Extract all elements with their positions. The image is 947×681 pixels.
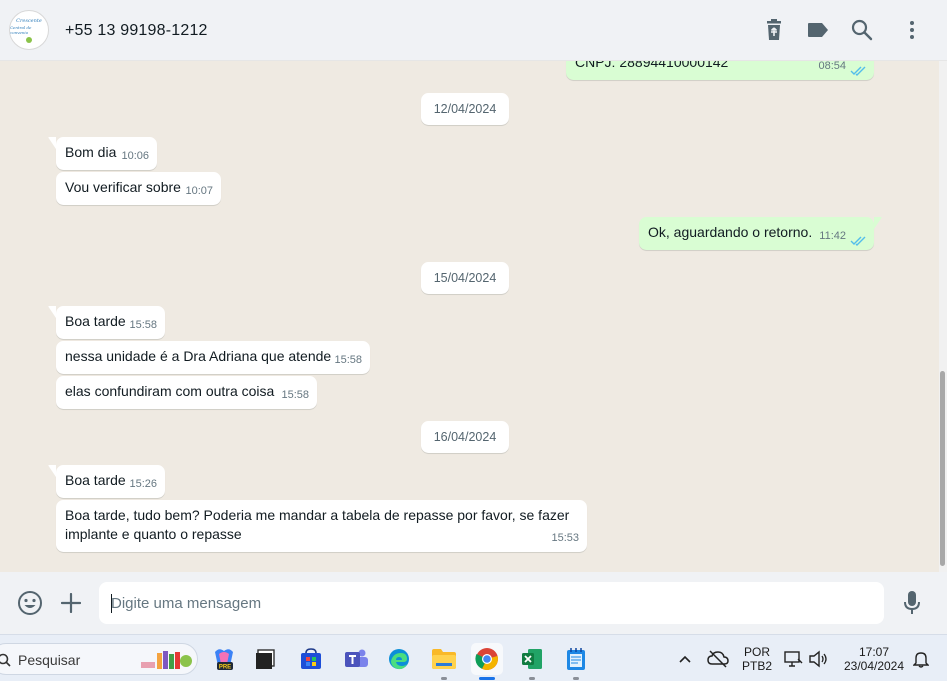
active-indicator	[479, 677, 495, 680]
emoji-icon[interactable]	[16, 589, 44, 617]
bubble-tail	[48, 465, 56, 477]
chevron-up-icon[interactable]	[670, 643, 700, 675]
copilot-icon[interactable]: PRE	[208, 643, 240, 675]
message-incoming[interactable]: elas confundiram com outra coisa 15:58	[56, 376, 317, 409]
excel-icon[interactable]	[516, 643, 548, 675]
message-text: CNPJ: 28894410000142	[575, 61, 729, 70]
date-separator: 16/04/2024	[421, 421, 509, 453]
books-decoration-icon	[141, 651, 192, 669]
search-icon	[0, 653, 11, 667]
avatar-logo-line1: Crescente	[16, 17, 42, 24]
cloud-offline-icon[interactable]	[703, 643, 733, 675]
search-icon[interactable]	[850, 18, 874, 42]
message-time: 15:26	[129, 478, 157, 490]
teams-icon[interactable]	[340, 643, 372, 675]
language-indicator[interactable]: POR PTB2	[740, 645, 774, 673]
message-outgoing[interactable]: CNPJ: 28894410000142 08:54	[566, 61, 874, 80]
message-time: 15:58	[129, 319, 157, 331]
avatar-logo-mark	[26, 36, 32, 43]
windows-taskbar: Pesquisar PRE POR PTB2 17:07 23/04/2024	[0, 634, 947, 681]
delete-icon[interactable]	[762, 18, 786, 42]
message-time: 15:58	[334, 354, 362, 366]
scrollbar-thumb[interactable]	[940, 371, 945, 566]
message-incoming[interactable]: Boa tarde 15:26	[48, 465, 165, 498]
message-incoming[interactable]: Bom dia 10:06	[48, 137, 157, 170]
clock-date: 23/04/2024	[843, 659, 905, 673]
clock-time: 17:07	[858, 645, 890, 659]
menu-icon[interactable]	[900, 18, 924, 42]
message-text-line: implante e quanto o repasse	[65, 526, 242, 542]
message-text-line: Boa tarde, tudo bem? Poderia me mandar a…	[65, 507, 570, 523]
taskbar-search-label: Pesquisar	[18, 652, 81, 668]
message-incoming[interactable]: Boa tarde 15:58	[48, 306, 165, 339]
attach-plus-icon[interactable]	[57, 589, 85, 617]
message-incoming[interactable]: Boa tarde, tudo bem? Poderia me mandar a…	[56, 500, 587, 552]
message-time: 15:53	[551, 532, 579, 544]
text-caret	[111, 594, 112, 613]
message-input[interactable]	[99, 582, 884, 624]
message-text: Boa tarde	[65, 313, 126, 329]
message-outgoing[interactable]: Ok, aguardando o retorno. 11:42	[639, 217, 882, 250]
message-incoming[interactable]: nessa unidade é a Dra Adriana que atende…	[56, 341, 370, 374]
running-indicator	[441, 677, 447, 680]
message-incoming[interactable]: Vou verificar sobre 10:07	[56, 172, 221, 205]
message-text: Bom dia	[65, 144, 117, 160]
message-time: 10:07	[185, 185, 213, 197]
bubble-tail	[874, 217, 882, 229]
composer	[0, 572, 947, 634]
bubble-tail	[48, 306, 56, 318]
avatar-logo-line2: Central de convenio	[10, 24, 32, 35]
message-time: 11:42	[819, 230, 846, 242]
task-view-icon[interactable]	[249, 643, 281, 675]
message-time: 10:06	[121, 150, 149, 162]
label-icon[interactable]	[806, 18, 830, 42]
read-ticks-icon	[850, 236, 866, 246]
chat-scrollbar[interactable]	[939, 61, 947, 572]
clock[interactable]: 17:07 23/04/2024	[838, 645, 910, 673]
message-list[interactable]: CNPJ: 28894410000142 08:54 12/04/2024 Bo…	[0, 61, 939, 572]
message-text: Ok, aguardando o retorno.	[648, 224, 813, 240]
notepad-icon[interactable]	[560, 643, 592, 675]
read-ticks-icon	[850, 66, 866, 76]
copilot-badge: PRE	[219, 665, 231, 671]
file-explorer-icon[interactable]	[428, 643, 460, 675]
message-time: 08:54	[818, 61, 846, 72]
message-text: Vou verificar sobre	[65, 179, 181, 195]
edge-icon[interactable]	[383, 643, 415, 675]
language-line1: POR	[743, 645, 770, 659]
chat-header: Crescente Central de convenio +55 13 991…	[0, 0, 947, 61]
contact-avatar[interactable]: Crescente Central de convenio	[9, 10, 49, 50]
message-text: Boa tarde	[65, 472, 126, 488]
network-icon[interactable]	[781, 643, 805, 675]
contact-name[interactable]: +55 13 99198-1212	[65, 22, 208, 40]
message-text: nessa unidade é a Dra Adriana que atende	[65, 348, 332, 364]
message-time: 15:58	[281, 389, 309, 401]
running-indicator	[573, 677, 579, 680]
date-separator: 12/04/2024	[421, 93, 509, 125]
microphone-icon[interactable]	[898, 589, 926, 617]
volume-icon[interactable]	[806, 643, 830, 675]
chrome-icon[interactable]	[471, 643, 503, 675]
taskbar-search[interactable]: Pesquisar	[0, 643, 198, 675]
message-text: elas confundiram com outra coisa	[65, 383, 275, 399]
running-indicator	[529, 677, 535, 680]
bubble-tail	[48, 137, 56, 149]
store-icon[interactable]	[295, 643, 327, 675]
language-line2: PTB2	[741, 659, 772, 673]
notification-bell-icon[interactable]	[909, 643, 933, 675]
date-separator: 15/04/2024	[421, 262, 509, 294]
